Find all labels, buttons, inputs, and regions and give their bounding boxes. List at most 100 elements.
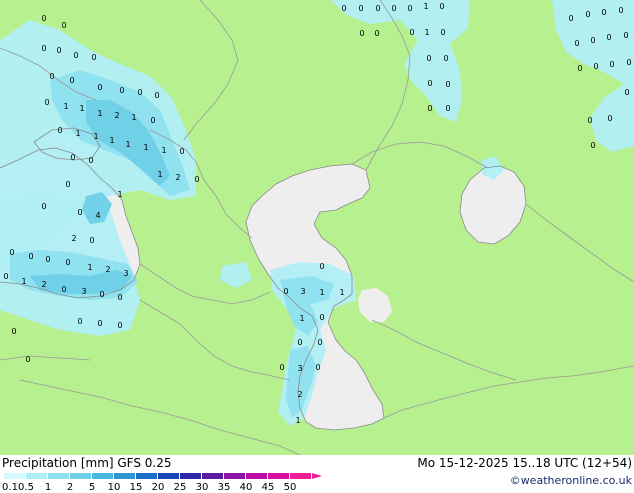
- precip-value-label: 0: [341, 4, 346, 13]
- precip-value-label: 0: [618, 6, 623, 15]
- precip-value-label: 0: [426, 54, 431, 63]
- precip-value-label: 2: [41, 280, 46, 289]
- precip-value-label: 0: [25, 355, 30, 364]
- precip-value-label: 0: [443, 54, 448, 63]
- colorbar-tick-label: 25: [173, 482, 187, 493]
- precip-value-label: 0: [41, 14, 46, 23]
- precip-value-label: 0: [97, 83, 102, 92]
- precip-value-label: 1: [299, 314, 304, 323]
- map-title: Precipitation [mm] GFS 0.25: [2, 456, 172, 470]
- precip-value-label: 1: [423, 2, 428, 11]
- precip-value-label: 1: [21, 277, 26, 286]
- colorbar-tick-label: 10: [107, 482, 121, 493]
- precip-value-label: 1: [79, 104, 84, 113]
- precip-value-label: 2: [114, 111, 119, 120]
- precip-value-label: 0: [391, 4, 396, 13]
- colorbar-segment: [290, 473, 312, 479]
- precip-value-label: 1: [75, 129, 80, 138]
- precip-value-label: 1: [143, 143, 148, 152]
- precip-value-label: 0: [359, 29, 364, 38]
- precip-value-label: 3: [297, 364, 302, 373]
- precip-value-label: 0: [445, 80, 450, 89]
- precip-value-label: 1: [339, 288, 344, 297]
- colorbar-segment: [114, 473, 136, 479]
- precip-value-label: 0: [99, 290, 104, 299]
- precip-value-label: 0: [56, 46, 61, 55]
- precip-value-label: 2: [71, 234, 76, 243]
- precip-value-label: 0: [585, 10, 590, 19]
- precip-value-label: 0: [45, 255, 50, 264]
- colorbar-tick-label: 15: [129, 482, 143, 493]
- precip-value-label: 2: [105, 265, 110, 274]
- colorbar-arrow: [312, 473, 322, 479]
- precip-value-label: 1: [161, 146, 166, 155]
- precip-value-label: 0: [69, 76, 74, 85]
- precip-value-label: 0: [374, 29, 379, 38]
- precip-value-label: 0: [407, 4, 412, 13]
- precip-value-label: 1: [319, 288, 324, 297]
- precip-value-label: 0: [626, 58, 631, 67]
- colorbar-tick-label: 20: [151, 482, 165, 493]
- precip-value-label: 0: [137, 88, 142, 97]
- precip-value-label: 0: [590, 141, 595, 150]
- precip-value-label: 0: [319, 262, 324, 271]
- precip-value-label: 0: [587, 116, 592, 125]
- precip-value-label: 0: [9, 248, 14, 257]
- precip-value-label: 0: [150, 116, 155, 125]
- precip-value-label: 0: [606, 33, 611, 42]
- precip-value-label: 2: [297, 390, 302, 399]
- precip-value-label: 0: [88, 156, 93, 165]
- colorbar-tick-label: 50: [283, 482, 297, 493]
- precip-value-label: 0: [11, 327, 16, 336]
- precip-value-label: 3: [123, 269, 128, 278]
- precip-value-label: 0: [61, 21, 66, 30]
- precip-value-label: 0: [590, 36, 595, 45]
- precip-value-label: 2: [175, 173, 180, 182]
- precip-value-label: 0: [57, 126, 62, 135]
- precip-value-label: 0: [623, 31, 628, 40]
- map-canvas: 0 0 0 0 0 0 0 0 0 0 0 0 0 1 1 1 2 1 0 0 1 1 1 1 1 1 0 0 0 1 2 0 0 1 0 0 4 2 0 0…: [0, 0, 634, 455]
- precip-value-label: 0: [358, 4, 363, 13]
- precip-value-label: 0: [3, 272, 8, 281]
- precip-value-label: 0: [624, 88, 629, 97]
- precip-value-label: 1: [117, 190, 122, 199]
- precip-value-label: 0: [319, 313, 324, 322]
- colorbar-tick-label: 2: [66, 482, 74, 493]
- precip-value-label: 1: [109, 136, 114, 145]
- precip-value-label: 1: [87, 263, 92, 272]
- colorbar-segment: [246, 473, 268, 479]
- precip-value-label: 1: [131, 113, 136, 122]
- precip-value-label: 3: [81, 287, 86, 296]
- precip-value-label: 0: [49, 72, 54, 81]
- colorbar-segment: [26, 473, 48, 479]
- precip-value-label: 0: [91, 53, 96, 62]
- credit-link[interactable]: ©weatheronline.co.uk: [510, 474, 632, 487]
- precip-value-label: 4: [95, 211, 100, 220]
- colorbar-segment: [70, 473, 92, 479]
- valid-time: Mo 15-12-2025 15..18 UTC (12+54): [417, 456, 632, 470]
- precip-value-label: 0: [445, 104, 450, 113]
- precip-value-label: 0: [315, 363, 320, 372]
- colorbar-tick-label: 35: [217, 482, 231, 493]
- colorbar-segment: [224, 473, 246, 479]
- precip-value-label: 0: [28, 252, 33, 261]
- precip-value-label: 0: [593, 62, 598, 71]
- colorbar-segment: [4, 473, 26, 479]
- colorbar-tick-label: 30: [195, 482, 209, 493]
- precip-value-label: 0: [89, 236, 94, 245]
- precip-value-label: 0: [73, 51, 78, 60]
- precip-value-label: 0: [375, 4, 380, 13]
- precip-value-label: 0: [179, 147, 184, 156]
- precip-value-label: 1: [157, 170, 162, 179]
- precip-value-label: 0: [194, 175, 199, 184]
- precip-value-label: 0: [41, 44, 46, 53]
- colorbar-segment: [92, 473, 114, 479]
- precip-value-label: 1: [63, 102, 68, 111]
- precip-value-label: 0: [77, 317, 82, 326]
- colorbar-tick-label: 1: [44, 482, 52, 493]
- precip-value-label: 0: [409, 28, 414, 37]
- precip-value-label: 1: [93, 132, 98, 141]
- precip-value-label: 0: [117, 293, 122, 302]
- precip-value-label: 3: [300, 287, 305, 296]
- precip-value-label: 0: [601, 8, 606, 17]
